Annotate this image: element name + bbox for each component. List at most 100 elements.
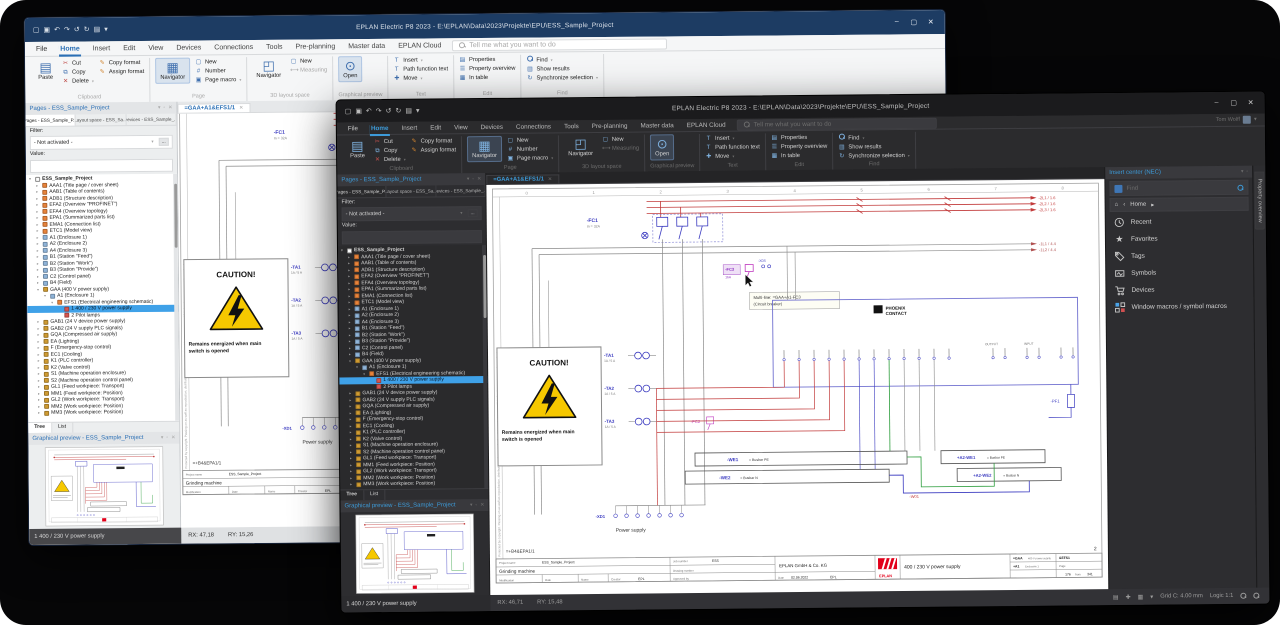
insert-center-item-tags[interactable]: Tags xyxy=(1106,247,1253,265)
tab-list[interactable]: List xyxy=(364,490,385,500)
filter-more-button[interactable]: ... xyxy=(467,209,477,217)
3d-navigator-button[interactable]: ◰Navigator xyxy=(564,135,597,159)
tab-layout-space[interactable]: Layout space - ESS_Sa... xyxy=(387,186,436,197)
zoom-in-icon[interactable] xyxy=(1240,593,1246,599)
page-number-button[interactable]: #Number xyxy=(195,67,241,75)
zoom-out-icon[interactable] xyxy=(1253,593,1259,599)
ribbon-tab[interactable]: Pre-planning xyxy=(591,120,629,131)
tab-devices[interactable]: Devices - ESS_Sample_... xyxy=(436,185,485,196)
page-macro-button[interactable]: ▣Page macro▾ xyxy=(195,76,241,84)
insert-center-item-window-macros[interactable]: Window macros / symbol macros xyxy=(1107,298,1254,316)
ribbon-tab[interactable]: Tools xyxy=(563,121,580,132)
insert-icon[interactable]: ✚ xyxy=(1126,593,1131,600)
ribbon-search[interactable]: Tell me what you want to do xyxy=(452,38,667,51)
ribbon-tab[interactable]: File xyxy=(35,43,48,54)
panel-menu-icon[interactable]: ▾ xyxy=(158,105,161,111)
measuring-button[interactable]: ⟷Measuring xyxy=(290,66,327,74)
close-icon[interactable]: ✕ xyxy=(171,435,175,441)
tab-tree[interactable]: Tree xyxy=(340,490,364,500)
insert-center-breadcrumb[interactable]: ⌂‹ Home▸ xyxy=(1110,197,1249,212)
document-tab[interactable]: =GAA+A1&EFS1/1✕ xyxy=(177,103,250,113)
copy-format-button[interactable]: ✎Copy format xyxy=(99,59,145,67)
restore-button[interactable]: ▢ xyxy=(1226,99,1242,107)
copy-format-button[interactable]: ✎Copy format xyxy=(411,137,457,145)
ribbon-tab[interactable]: Devices xyxy=(175,42,202,53)
properties-button[interactable]: ▤Properties xyxy=(771,134,827,143)
insert-center-item-symbols[interactable]: Symbols xyxy=(1106,264,1253,282)
ribbon-tab[interactable]: EPLAN Cloud xyxy=(686,119,727,130)
minimize-button[interactable]: – xyxy=(1209,99,1225,107)
page-navigator-button[interactable]: ▦Navigator xyxy=(155,58,190,84)
tab-pages[interactable]: Pages - ESS_Sample_P... xyxy=(26,115,76,126)
cut-button[interactable]: ✂Cut xyxy=(62,59,94,67)
3d-new-button[interactable]: ▢New xyxy=(602,136,639,144)
pin-icon[interactable]: ▫ xyxy=(166,435,168,441)
tab-tree[interactable]: Tree xyxy=(28,423,52,433)
tree-item[interactable]: ▸MM3 (Work workpiece: Position) xyxy=(340,480,488,488)
3d-navigator-button[interactable]: ◰Navigator xyxy=(252,57,285,81)
paste-button[interactable]: ▤Paste xyxy=(346,137,369,161)
3d-new-button[interactable]: ▢New xyxy=(290,57,327,65)
ribbon-tab[interactable]: Home xyxy=(370,122,390,133)
copy-button[interactable]: ⧉Copy xyxy=(62,68,94,76)
move-button[interactable]: ✚Move▾ xyxy=(705,152,760,161)
back-icon[interactable]: ‹ xyxy=(1123,202,1125,208)
ribbon-tab[interactable]: View xyxy=(147,42,164,53)
filter-select[interactable]: - Not activated -▾... xyxy=(342,206,482,221)
panel-menu-icon[interactable]: ▾ xyxy=(467,176,470,182)
pin-icon[interactable]: ▫ xyxy=(472,176,474,182)
tab-pages[interactable]: Pages - ESS_Sample_P... xyxy=(337,186,386,197)
page-number-button[interactable]: #Number xyxy=(507,145,553,153)
ribbon-tab[interactable]: Devices xyxy=(480,121,505,132)
ribbon-tab[interactable]: EPLAN Cloud xyxy=(397,40,442,51)
ribbon-tab[interactable]: Master data xyxy=(347,40,386,51)
close-icon[interactable]: ✕ xyxy=(548,176,552,182)
insert-center-header[interactable]: Insert center (NEC) ▾▫ xyxy=(1105,166,1252,179)
in-table-button[interactable]: ▦In table xyxy=(459,74,515,82)
close-icon[interactable]: ✕ xyxy=(239,105,243,111)
in-table-button[interactable]: ▦In table xyxy=(771,152,827,161)
ribbon-tab[interactable]: File xyxy=(347,123,359,134)
pin-icon[interactable]: ▫ xyxy=(163,105,165,111)
graphical-preview[interactable] xyxy=(28,444,180,529)
pin-icon[interactable]: ▫ xyxy=(475,502,477,508)
schematic-canvas[interactable] xyxy=(486,179,1108,595)
ribbon-tab[interactable]: Connections xyxy=(213,42,254,53)
messages-icon[interactable]: ▤ xyxy=(1113,593,1119,600)
copy-button[interactable]: ⧉Copy xyxy=(374,147,406,155)
show-results-button[interactable]: ▥Show results xyxy=(526,65,597,74)
panel-menu-icon[interactable]: ▾ xyxy=(1241,169,1244,175)
insert-center-item-devices[interactable]: Devices xyxy=(1106,281,1253,299)
text-insert-button[interactable]: TInsert▾ xyxy=(393,56,448,64)
ribbon-tab[interactable]: Edit xyxy=(122,43,136,54)
filter-select[interactable]: - Not activated -▾... xyxy=(30,135,173,150)
close-icon[interactable]: ✕ xyxy=(477,176,481,182)
ribbon-tab[interactable]: Connections xyxy=(515,121,552,132)
show-results-button[interactable]: ▥Show results xyxy=(838,143,909,152)
property-overview-button[interactable]: ☰Property overview xyxy=(459,65,515,73)
preview-open-button[interactable]: ⊙Open xyxy=(338,56,362,82)
close-icon[interactable]: ✕ xyxy=(480,502,484,508)
ribbon-tab[interactable]: Insert xyxy=(400,122,418,133)
ribbon-tab[interactable]: Edit xyxy=(429,122,442,133)
page-new-button[interactable]: ▢New xyxy=(507,136,553,144)
ribbon-tab[interactable]: Master data xyxy=(639,120,674,131)
ribbon-tab[interactable]: Pre-planning xyxy=(294,41,336,52)
insert-center-search[interactable]: Find xyxy=(1109,180,1248,196)
ribbon-tab[interactable]: Tools xyxy=(265,41,283,52)
assign-format-button[interactable]: ✎Assign format xyxy=(411,146,457,154)
delete-button[interactable]: ✕Delete▾ xyxy=(62,77,94,85)
panel-menu-icon[interactable]: ▾ xyxy=(470,502,473,508)
user-account[interactable]: Tom Wolff▾ xyxy=(1216,116,1257,124)
home-icon[interactable]: ⌂ xyxy=(1115,202,1119,208)
synchronize-selection-button[interactable]: ↻Synchronize selection▾ xyxy=(527,74,598,83)
paste-button[interactable]: ▤Paste xyxy=(34,59,57,83)
cut-button[interactable]: ✂Cut xyxy=(374,138,406,146)
chevron-down-icon[interactable]: ▾ xyxy=(1150,593,1153,600)
property-overview-tab[interactable]: Property overview xyxy=(1254,172,1265,230)
insert-center-item-recent[interactable]: Recent xyxy=(1106,213,1253,231)
graphical-preview[interactable] xyxy=(341,511,490,596)
grid-toggle-icon[interactable]: ▦ xyxy=(1138,593,1144,600)
preview-open-button[interactable]: ⊙Open xyxy=(650,134,674,160)
find-button[interactable]: Find▾ xyxy=(526,55,597,65)
